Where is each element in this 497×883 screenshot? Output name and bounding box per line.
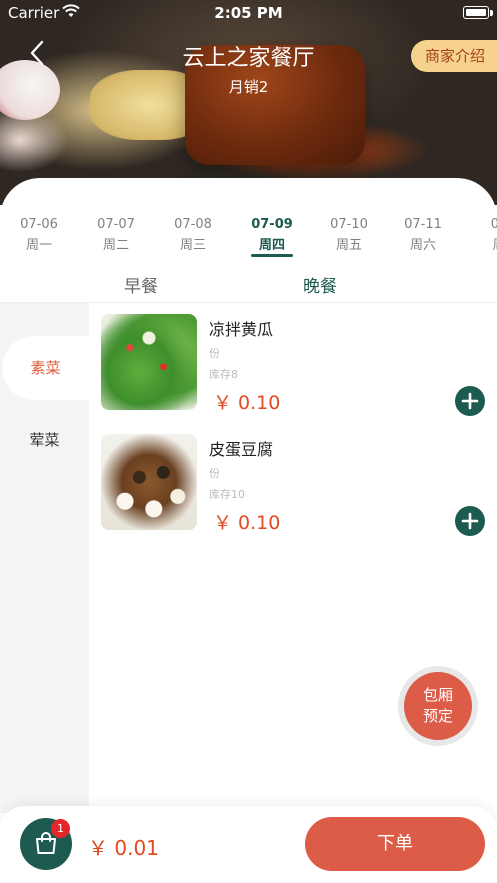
- clock: 2:05 PM: [214, 4, 283, 22]
- date-label: 07-11: [404, 217, 442, 232]
- hero-banner: [0, 0, 497, 205]
- dish-image: [101, 434, 197, 530]
- private-room-booking-button[interactable]: 包厢 预定: [404, 672, 472, 740]
- dish-price: ￥ 0.10: [213, 512, 281, 534]
- date-item[interactable]: 07 周: [470, 217, 497, 253]
- category-vegetable[interactable]: 素菜: [2, 336, 89, 400]
- date-item[interactable]: 07-07 周二: [87, 217, 145, 253]
- dish-price: ￥ 0.10: [213, 392, 281, 414]
- dish-stock: 库存10: [209, 488, 245, 501]
- tab-dinner[interactable]: 晚餐: [260, 272, 380, 300]
- battery-tip: [490, 10, 493, 16]
- date-item-selected[interactable]: 07-09 周四: [243, 217, 301, 253]
- date-label: 07-06: [20, 217, 58, 232]
- add-to-cart-button[interactable]: [455, 506, 485, 536]
- weekday-label: 周二: [102, 238, 129, 253]
- weekday-label: 周四: [258, 238, 285, 253]
- private-room-line2: 预定: [422, 707, 453, 725]
- dish-stock: 库存8: [209, 368, 238, 381]
- date-label: 07: [490, 217, 497, 232]
- date-label: 07-10: [330, 217, 368, 232]
- place-order-button[interactable]: 下单: [305, 817, 485, 871]
- list-item[interactable]: 凉拌黄瓜 份 库存8 ￥ 0.10: [101, 314, 491, 416]
- private-room-line1: 包厢: [422, 686, 453, 704]
- category-sidebar: 素菜 荤菜: [0, 303, 89, 813]
- monthly-sales: 月销2: [228, 78, 269, 96]
- add-to-cart-button[interactable]: [455, 386, 485, 416]
- date-item[interactable]: 07-11 周六: [394, 217, 452, 253]
- date-label: 07-08: [174, 217, 212, 232]
- date-item[interactable]: 07-06 周一: [10, 217, 68, 253]
- tab-breakfast[interactable]: 早餐: [81, 272, 201, 300]
- list-item[interactable]: 皮蛋豆腐 份 库存10 ￥ 0.10: [101, 434, 491, 536]
- weekday-label: 周三: [179, 238, 206, 253]
- selected-date-indicator: [251, 254, 293, 257]
- date-item[interactable]: 07-10 周五: [320, 217, 378, 253]
- cart-total: ￥ 0.01: [88, 836, 159, 860]
- weekday-label: 周一: [25, 238, 52, 253]
- battery-icon: [463, 6, 489, 19]
- plus-icon: [461, 512, 479, 530]
- date-strip[interactable]: 07-06 周一 07-07 周二 07-08 周三 07-09 周四 07-1…: [0, 217, 497, 257]
- weekday-label: 周: [470, 234, 497, 253]
- dish-image: [101, 314, 197, 410]
- weekday-label: 周五: [335, 238, 362, 253]
- plus-icon: [461, 392, 479, 410]
- dish-name: 皮蛋豆腐: [209, 440, 274, 459]
- dish-unit: 份: [209, 347, 220, 360]
- date-label: 07-07: [97, 217, 135, 232]
- weekday-label: 周六: [409, 238, 436, 253]
- status-bar: Carrier 2:05 PM: [0, 0, 497, 26]
- date-item[interactable]: 07-08 周三: [164, 217, 222, 253]
- date-label: 07-09: [251, 217, 293, 232]
- cart-count-badge: 1: [51, 819, 70, 838]
- merchant-intro-button[interactable]: 商家介绍: [410, 40, 497, 72]
- dish-unit: 份: [209, 467, 220, 480]
- dish-name: 凉拌黄瓜: [209, 320, 274, 339]
- category-meat[interactable]: 荤菜: [0, 408, 89, 472]
